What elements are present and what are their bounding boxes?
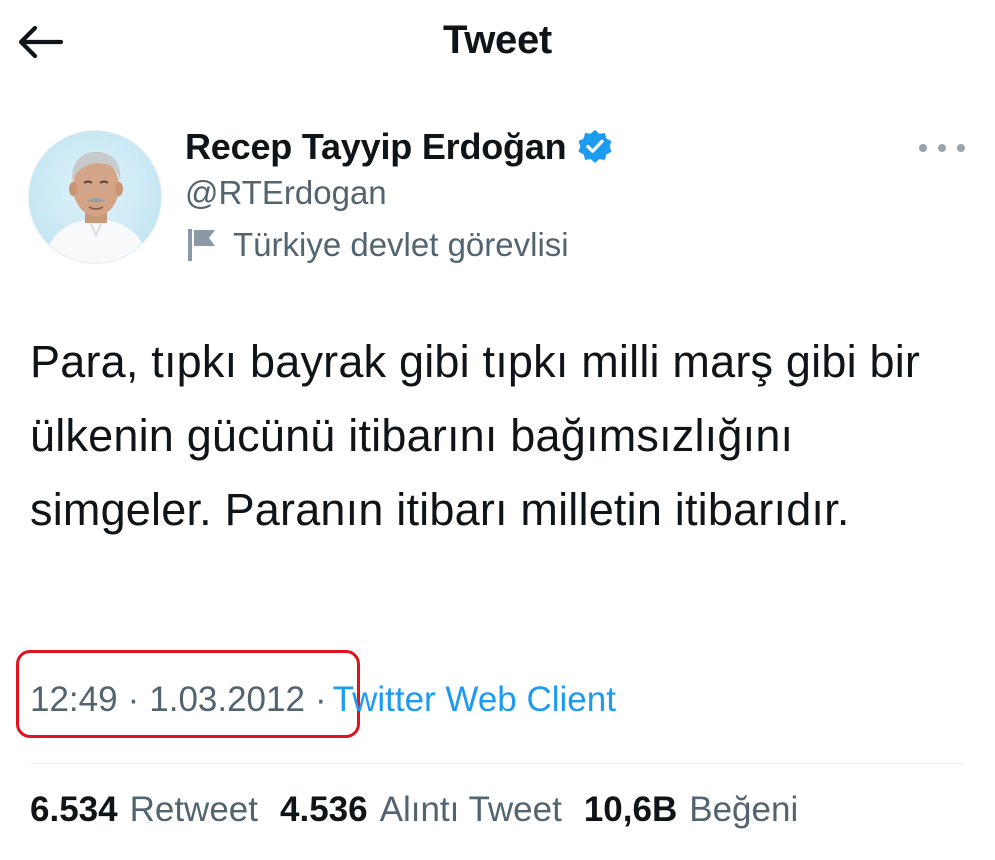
tweet-stats: 6.534 Retweet 4.536 Alıntı Tweet 10,6B B… bbox=[30, 790, 820, 830]
page-title: Tweet bbox=[443, 18, 552, 62]
tweet-date[interactable]: 1.03.2012 bbox=[149, 680, 305, 720]
quotes-count: 4.536 bbox=[280, 790, 368, 829]
likes-label: Beğeni bbox=[689, 790, 799, 829]
profile-photo bbox=[43, 151, 149, 263]
tweet-author: Recep Tayyip Erdoğan @RTErdogan Türkiye … bbox=[0, 110, 995, 280]
more-dot bbox=[938, 144, 946, 152]
quotes-stat[interactable]: 4.536 Alıntı Tweet bbox=[280, 790, 562, 830]
author-name[interactable]: Recep Tayyip Erdoğan bbox=[185, 126, 567, 168]
top-bar: Tweet bbox=[0, 0, 995, 90]
avatar[interactable] bbox=[28, 130, 162, 264]
government-label[interactable]: Türkiye devlet görevlisi bbox=[185, 226, 569, 264]
likes-stat[interactable]: 10,6B Beğeni bbox=[584, 790, 798, 830]
quotes-label: Alıntı Tweet bbox=[379, 790, 562, 829]
retweets-count: 6.534 bbox=[30, 790, 118, 829]
more-dot bbox=[919, 144, 927, 152]
author-handle[interactable]: @RTErdogan bbox=[185, 174, 387, 212]
tweet-meta: 12:49 · 1.03.2012 · Twitter Web Client bbox=[30, 680, 616, 720]
government-label-text: Türkiye devlet görevlisi bbox=[233, 226, 569, 263]
likes-count: 10,6B bbox=[583, 790, 678, 829]
tweet-time[interactable]: 12:49 bbox=[30, 680, 118, 720]
tweet-text: Para, tıpkı bayrak gibi tıpkı milli marş… bbox=[30, 336, 921, 535]
more-dot bbox=[957, 144, 965, 152]
author-name-row: Recep Tayyip Erdoğan bbox=[185, 126, 614, 168]
tweet-source-link[interactable]: Twitter Web Client bbox=[333, 680, 616, 720]
meta-separator: · bbox=[127, 680, 140, 719]
more-button[interactable] bbox=[919, 136, 965, 160]
divider bbox=[30, 763, 965, 764]
meta-separator: · bbox=[314, 680, 327, 719]
retweets-label: Retweet bbox=[129, 790, 258, 829]
verified-badge-icon bbox=[578, 129, 612, 163]
retweets-stat[interactable]: 6.534 Retweet bbox=[30, 790, 258, 830]
flag-icon bbox=[188, 229, 215, 261]
